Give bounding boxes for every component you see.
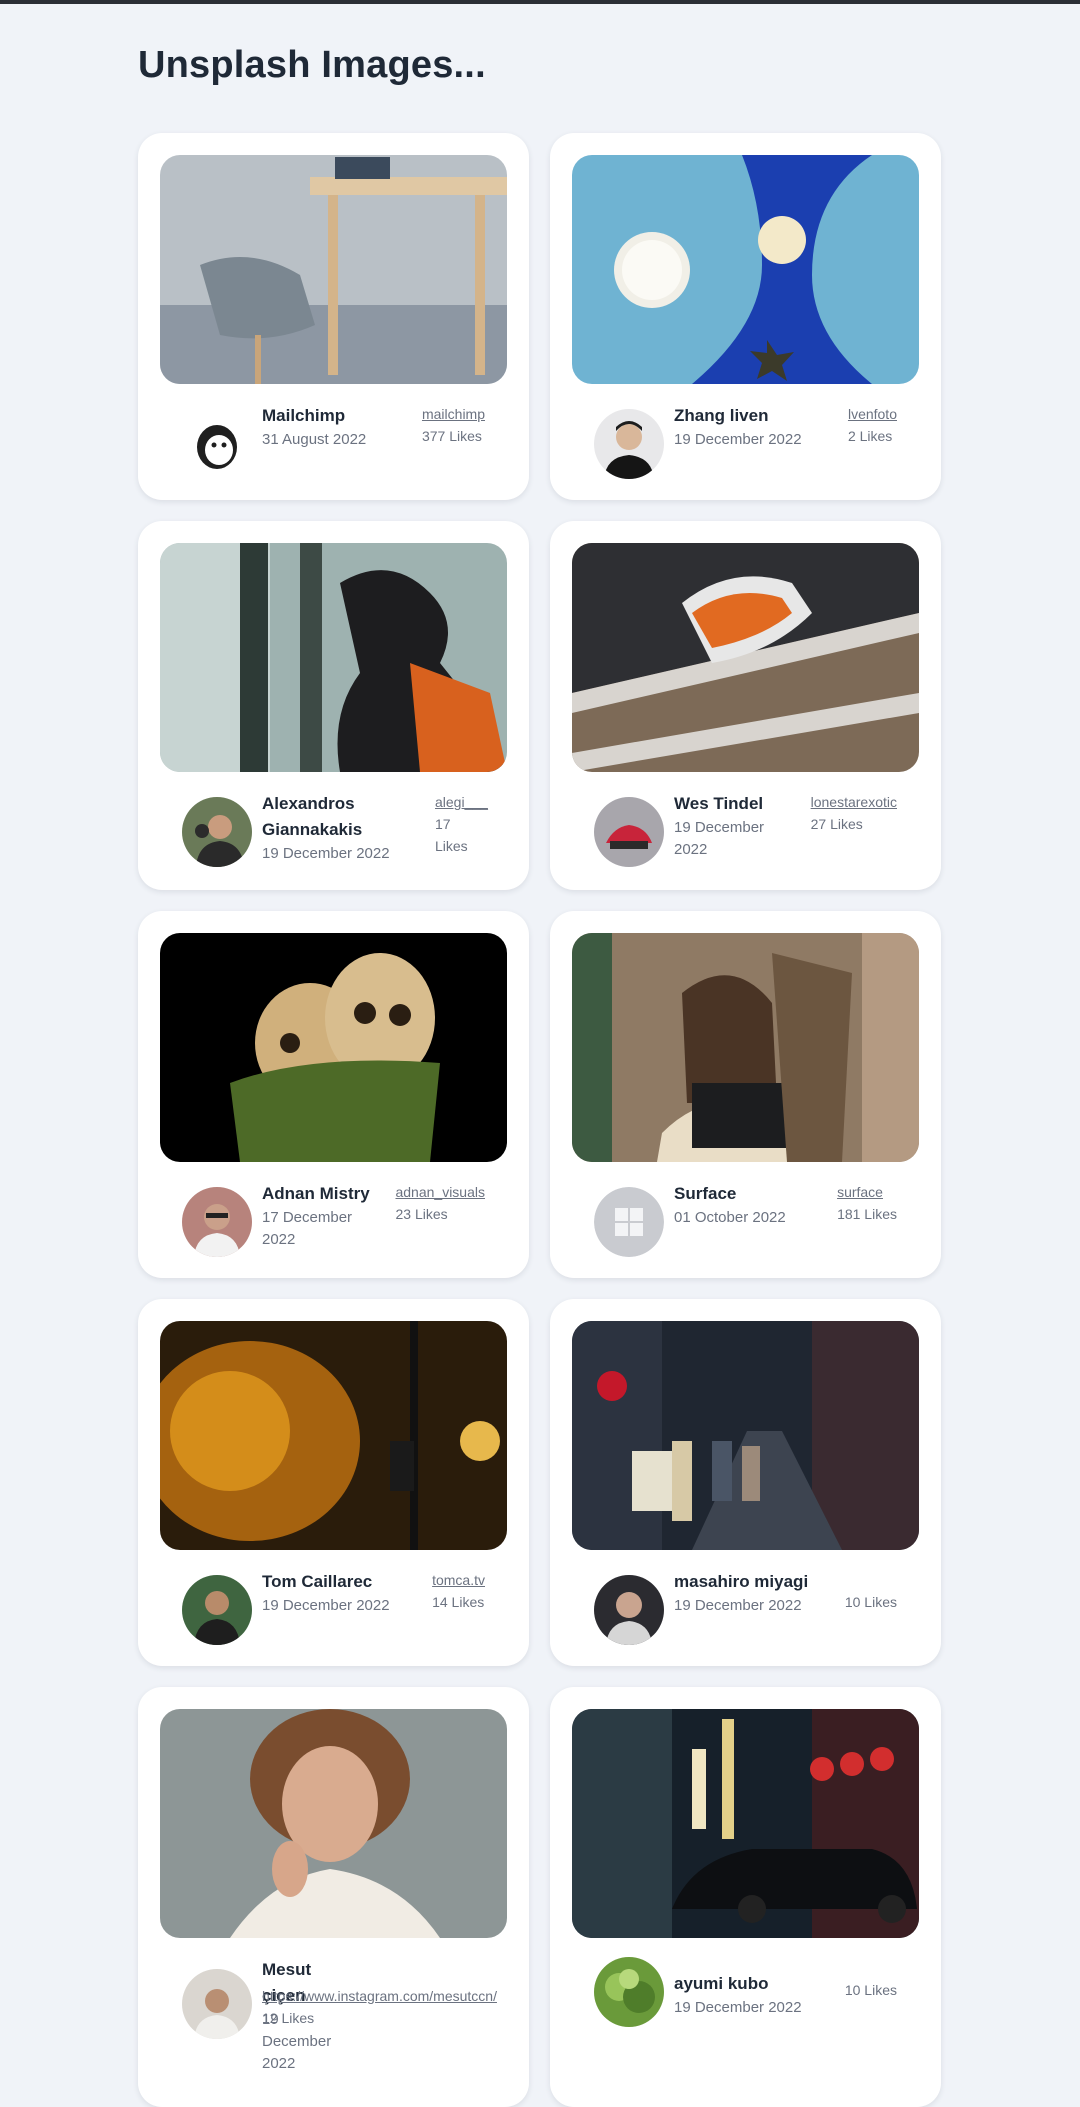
night-street-photo[interactable]	[572, 1321, 919, 1550]
author-stats: lvenfoto 2 Likes	[848, 403, 897, 447]
likes-count: 10 Likes	[844, 1982, 897, 1998]
likes-count: 181 Likes	[837, 1206, 897, 1222]
post-date: 17 December 2022	[262, 1209, 353, 1248]
woman-portrait-photo[interactable]	[160, 1709, 507, 1938]
portrait-avatar	[182, 797, 252, 867]
image-card[interactable]: Mesut çiçen 19 December 2022 https://www…	[138, 1687, 529, 2107]
image-card[interactable]: ayumi kubo 19 December 2022 10 Likes	[550, 1687, 941, 2107]
lantern-street-car-photo[interactable]	[572, 1709, 919, 1938]
author-handle-link[interactable]: lvenfoto	[848, 403, 897, 425]
author-stats: adnan_visuals 23 Likes	[395, 1181, 485, 1225]
portrait-avatar	[594, 1575, 664, 1645]
card-meta: ayumi kubo 19 December 2022 10 Likes	[594, 1957, 897, 2107]
likes-count: 23 Likes	[395, 1206, 448, 1222]
author-handle-link[interactable]: surface	[837, 1181, 883, 1203]
author-handle-link[interactable]: https://www.instagram.com/mesutccn/	[262, 1985, 497, 2007]
portrait-avatar	[594, 409, 664, 479]
image-card[interactable]: Surface 01 October 2022 surface 181 Like…	[550, 911, 941, 1278]
likes-count: 2 Likes	[847, 428, 893, 444]
red-car-avatar	[594, 797, 664, 867]
mailchimp-logo-avatar	[182, 409, 252, 479]
image-card[interactable]: Wes Tindel 19 December 2022 lonestarexot…	[550, 521, 941, 890]
post-date: 19 December 2022	[674, 1999, 802, 2016]
post-date: 19 December 2022	[674, 431, 802, 448]
author-stats: mailchimp 377 Likes	[422, 403, 485, 447]
top-border	[0, 0, 1080, 4]
author-stats: tomca.tv 14 Likes	[432, 1569, 485, 1613]
likes-count: 377 Likes	[421, 428, 482, 444]
portrait-avatar	[182, 1969, 252, 2039]
windows-logo-avatar	[594, 1187, 664, 1257]
author-info: ayumi kubo 19 December 2022	[674, 1957, 845, 2019]
post-date: 19 December 2022	[262, 1597, 390, 1614]
image-card[interactable]: Tom Caillarec 19 December 2022 tomca.tv …	[138, 1299, 529, 1666]
author-name: Alexandros Giannakakis	[262, 794, 363, 839]
likes-count: 10 Likes	[844, 1594, 897, 1610]
image-card[interactable]: Adnan Mistry 17 December 2022 adnan_visu…	[138, 911, 529, 1278]
card-meta: Mesut çiçen 19 December 2022 https://www…	[182, 1957, 497, 2107]
image-card[interactable]: masahiro miyagi 19 December 2022 10 Like…	[550, 1299, 941, 1666]
card-meta: Alexandros Giannakakis 19 December 2022 …	[182, 791, 488, 890]
author-handle-link[interactable]: tomca.tv	[432, 1569, 485, 1591]
author-name: Tom Caillarec	[262, 1572, 373, 1591]
card-meta: Mailchimp 31 August 2022 mailchimp 377 L…	[182, 403, 485, 500]
smoke-streetlight-photo[interactable]	[160, 1321, 507, 1550]
card-meta: Zhang liven 19 December 2022 lvenfoto 2 …	[594, 403, 897, 500]
card-meta: Wes Tindel 19 December 2022 lonestarexot…	[594, 791, 897, 890]
author-stats: surface 181 Likes	[837, 1181, 897, 1225]
skulls-moss-photo[interactable]	[160, 933, 507, 1162]
post-date: 31 August 2022	[262, 431, 367, 448]
author-info: Wes Tindel 19 December 2022	[674, 791, 811, 861]
author-handle-link[interactable]: lonestarexotic	[811, 791, 897, 813]
author-name: Surface	[674, 1184, 737, 1203]
likes-count: 27 Likes	[810, 816, 863, 832]
author-name: Mailchimp	[262, 406, 346, 425]
page-title: Unsplash Images...	[138, 44, 486, 86]
card-meta: Tom Caillarec 19 December 2022 tomca.tv …	[182, 1569, 485, 1666]
image-card[interactable]: Mailchimp 31 August 2022 mailchimp 377 L…	[138, 133, 529, 500]
author-info: Mailchimp 31 August 2022	[262, 403, 422, 451]
person-window-photo[interactable]	[160, 543, 507, 772]
image-card[interactable]: Zhang liven 19 December 2022 lvenfoto 2 …	[550, 133, 941, 500]
author-name: Zhang liven	[674, 406, 769, 425]
author-info: Surface 01 October 2022	[674, 1181, 837, 1229]
author-handle-link[interactable]: mailchimp	[422, 403, 485, 425]
post-date: 19 December 2022	[674, 819, 765, 858]
post-date: 19 December 2022	[262, 845, 390, 862]
portrait-avatar	[182, 1575, 252, 1645]
author-stats: https://www.instagram.com/mesutccn/ 12 L…	[262, 1957, 497, 2029]
likes-count: 14 Likes	[432, 1594, 485, 1610]
author-stats: lonestarexotic 27 Likes	[811, 791, 897, 835]
author-info: Adnan Mistry 17 December 2022	[262, 1181, 395, 1251]
author-stats: alegi___ 17 Likes	[435, 791, 488, 857]
author-stats: 10 Likes	[845, 1569, 897, 1613]
desk-chair-tablet-photo[interactable]	[160, 155, 507, 384]
likes-count: 12 Likes	[262, 2010, 315, 2026]
post-date: 19 December 2022	[674, 1597, 802, 1614]
portrait-avatar	[182, 1187, 252, 1257]
author-name: Wes Tindel	[674, 794, 764, 813]
card-meta: Adnan Mistry 17 December 2022 adnan_visu…	[182, 1181, 485, 1278]
author-info: masahiro miyagi 19 December 2022	[674, 1569, 845, 1617]
image-card[interactable]: Alexandros Giannakakis 19 December 2022 …	[138, 521, 529, 890]
woman-laptop-photo[interactable]	[572, 933, 919, 1162]
card-meta: masahiro miyagi 19 December 2022 10 Like…	[594, 1569, 897, 1666]
plant-avatar	[594, 1957, 664, 2027]
author-info: Tom Caillarec 19 December 2022	[262, 1569, 432, 1617]
card-meta: Surface 01 October 2022 surface 181 Like…	[594, 1181, 897, 1278]
blue-moon-candle-photo[interactable]	[572, 155, 919, 384]
post-date: 01 October 2022	[674, 1209, 786, 1226]
image-grid: Mailchimp 31 August 2022 mailchimp 377 L…	[138, 133, 941, 2107]
race-car-photo[interactable]	[572, 543, 919, 772]
author-handle-link[interactable]: adnan_visuals	[395, 1181, 485, 1203]
author-info: Alexandros Giannakakis 19 December 2022	[262, 791, 435, 865]
author-name: ayumi kubo	[674, 1974, 769, 1993]
author-name: masahiro miyagi	[674, 1572, 809, 1591]
author-info: Zhang liven 19 December 2022	[674, 403, 848, 451]
author-name: Adnan Mistry	[262, 1184, 370, 1203]
author-stats: 10 Likes	[845, 1957, 897, 2001]
likes-count: 17 Likes	[435, 816, 468, 854]
author-handle-link[interactable]: alegi___	[435, 791, 488, 813]
